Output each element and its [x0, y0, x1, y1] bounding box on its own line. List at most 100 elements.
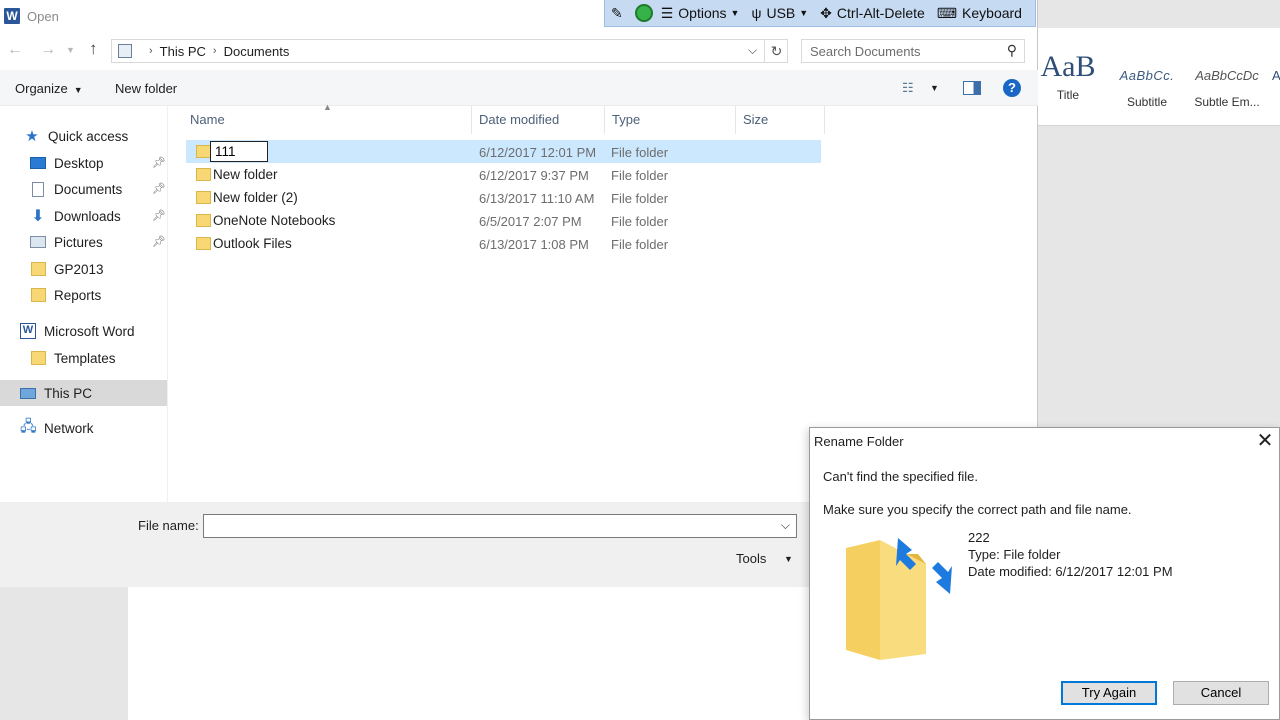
nav-item-label: Templates: [54, 350, 116, 366]
network-icon: 🖧︎: [20, 417, 37, 435]
file-name: OneNote Notebooks: [213, 213, 336, 228]
file-name: New folder: [213, 167, 278, 182]
keyboard-label: Keyboard: [962, 5, 1022, 21]
pin-icon[interactable]: ✎: [611, 5, 623, 22]
download-icon: ⬇: [31, 208, 45, 225]
help-icon[interactable]: ?: [1003, 79, 1021, 97]
nav-item-reports[interactable]: Reports: [0, 282, 167, 308]
caret-down-icon: ▼: [73, 85, 83, 95]
pin-icon: 📌︎: [152, 183, 166, 195]
address-bar[interactable]: › This PC › Documents ⌵ ↻: [111, 39, 788, 63]
caret-down-icon[interactable]: ▼: [784, 554, 793, 564]
table-row[interactable]: OneNote Notebooks 6/5/2017 2:07 PM File …: [186, 209, 821, 232]
connection-status-icon[interactable]: [634, 4, 653, 22]
style-title[interactable]: AaB Title: [1038, 52, 1098, 103]
breadcrumb-this-pc[interactable]: This PC: [160, 44, 206, 59]
style-label: Subtitle: [1126, 95, 1168, 109]
options-menu[interactable]: ☰ Options ▼: [661, 5, 740, 22]
remote-toolbar: ✎ ☰ Options ▼ ψ USB ▼ ✥ Ctrl-Alt-Delete …: [604, 0, 1036, 27]
style-label: Title: [1056, 88, 1080, 102]
nav-item-downloads[interactable]: ⬇ Downloads 📌︎: [0, 203, 167, 229]
nav-item-desktop[interactable]: Desktop 📌︎: [0, 150, 167, 176]
search-input[interactable]: Search Documents ⚲: [801, 39, 1025, 63]
refresh-icon[interactable]: ↻: [764, 40, 788, 62]
usb-menu[interactable]: ψ USB ▼: [751, 5, 808, 21]
file-name-label: File name:: [138, 518, 199, 533]
folder-icon: [31, 351, 46, 365]
chevron-down-icon[interactable]: ⌵: [781, 518, 790, 533]
view-options-icon[interactable]: ☷: [902, 80, 914, 96]
usb-label: USB: [766, 5, 796, 21]
file-type: File folder: [611, 237, 669, 252]
forward-arrow-icon[interactable]: →: [40, 41, 56, 59]
recent-locations-icon[interactable]: ▼: [66, 45, 75, 55]
file-name-input[interactable]: ⌵: [203, 514, 797, 538]
style-label: Subtle Em...: [1194, 95, 1260, 109]
chevron-right-icon[interactable]: ›: [213, 45, 217, 57]
style-preview: AaBbCc.: [1119, 68, 1175, 83]
table-row[interactable]: New folder (2) 6/13/2017 11:10 AM File f…: [186, 186, 821, 209]
column-header-size[interactable]: Size: [736, 106, 825, 134]
nav-item-microsoft-word[interactable]: W Microsoft Word: [0, 318, 167, 344]
style-preview: AaBbCcDc: [1195, 68, 1259, 83]
file-type: File folder: [611, 214, 669, 229]
caret-down-icon[interactable]: ▼: [930, 83, 939, 93]
organize-label: Organize: [15, 81, 68, 96]
nav-item-templates[interactable]: Templates: [0, 345, 167, 371]
organize-button[interactable]: Organize ▼: [15, 81, 83, 96]
file-date: 6/5/2017 2:07 PM: [479, 214, 582, 229]
folder-icon: [196, 191, 211, 204]
word-icon: W: [20, 323, 36, 339]
close-icon[interactable]: ✕: [1253, 428, 1277, 454]
nav-item-label: GP2013: [54, 261, 104, 277]
breadcrumb-documents[interactable]: Documents: [224, 44, 290, 59]
table-row[interactable]: New folder 6/12/2017 9:37 PM File folder: [186, 163, 821, 186]
column-header-type[interactable]: Type: [605, 106, 736, 134]
file-date: 6/13/2017 1:08 PM: [479, 237, 589, 252]
folder-icon: [196, 168, 211, 181]
new-folder-button[interactable]: New folder: [115, 81, 177, 96]
column-header-name[interactable]: Name: [183, 106, 472, 134]
options-label: Options: [678, 5, 727, 21]
style-subtle-emphasis[interactable]: AaBbCcDc Subtle Em...: [1190, 60, 1264, 109]
usb-icon: ψ: [751, 5, 762, 21]
nav-item-label: Pictures: [54, 234, 103, 250]
navigation-row: ← → ▼ ↑ › This PC › Documents ⌵ ↻ Search…: [0, 36, 1038, 66]
nav-item-label: Reports: [54, 287, 102, 303]
desktop-icon: [30, 157, 46, 169]
preview-pane-icon[interactable]: [963, 81, 981, 95]
chevron-down-icon[interactable]: ⌵: [748, 43, 757, 58]
keyboard-icon: ⌨: [936, 4, 958, 21]
folder-merge-icon: [846, 538, 952, 660]
chevron-right-icon[interactable]: ›: [149, 45, 153, 57]
nav-item-pictures[interactable]: Pictures 📌︎: [0, 229, 167, 255]
rename-folder-dialog: Rename Folder ✕ Can't find the specified…: [809, 427, 1280, 720]
table-row[interactable]: 6/12/2017 12:01 PM File folder: [186, 140, 821, 163]
column-header-date[interactable]: Date modified: [472, 106, 605, 134]
nav-item-gp2013[interactable]: GP2013: [0, 256, 167, 282]
nav-item-documents[interactable]: Documents 📌︎: [0, 176, 167, 202]
tools-button[interactable]: Tools: [736, 551, 766, 566]
cancel-button[interactable]: Cancel: [1173, 681, 1269, 705]
try-again-button[interactable]: Try Again: [1061, 681, 1157, 705]
nav-item-this-pc[interactable]: This PC: [0, 380, 167, 406]
folder-type: Type: File folder: [968, 547, 1061, 562]
error-hint: Make sure you specify the correct path a…: [823, 502, 1132, 517]
style-subtitle[interactable]: AaBbCc. Subtitle: [1110, 60, 1184, 109]
computer-icon: [20, 387, 36, 399]
table-row[interactable]: Outlook Files 6/13/2017 1:08 PM File fol…: [186, 232, 821, 255]
nav-item-network[interactable]: 🖧︎ Network: [0, 415, 167, 441]
back-arrow-icon[interactable]: ←: [7, 41, 23, 59]
folder-icon: [196, 214, 211, 227]
folder-icon: [196, 237, 211, 250]
word-document-page: [128, 586, 810, 720]
ctrl-alt-delete-button[interactable]: ✥ Ctrl-Alt-Delete: [820, 5, 925, 22]
caret-down-icon: ▼: [799, 8, 809, 18]
rename-input[interactable]: [210, 141, 268, 162]
style-partial[interactable]: A: [1272, 60, 1280, 83]
keyboard-button[interactable]: ⌨ Keyboard: [937, 5, 1022, 22]
nav-item-quick-access[interactable]: ★ Quick access: [0, 123, 167, 149]
file-type: File folder: [611, 168, 669, 183]
up-arrow-icon[interactable]: ↑: [89, 39, 98, 59]
word-app-icon: W: [4, 8, 20, 24]
